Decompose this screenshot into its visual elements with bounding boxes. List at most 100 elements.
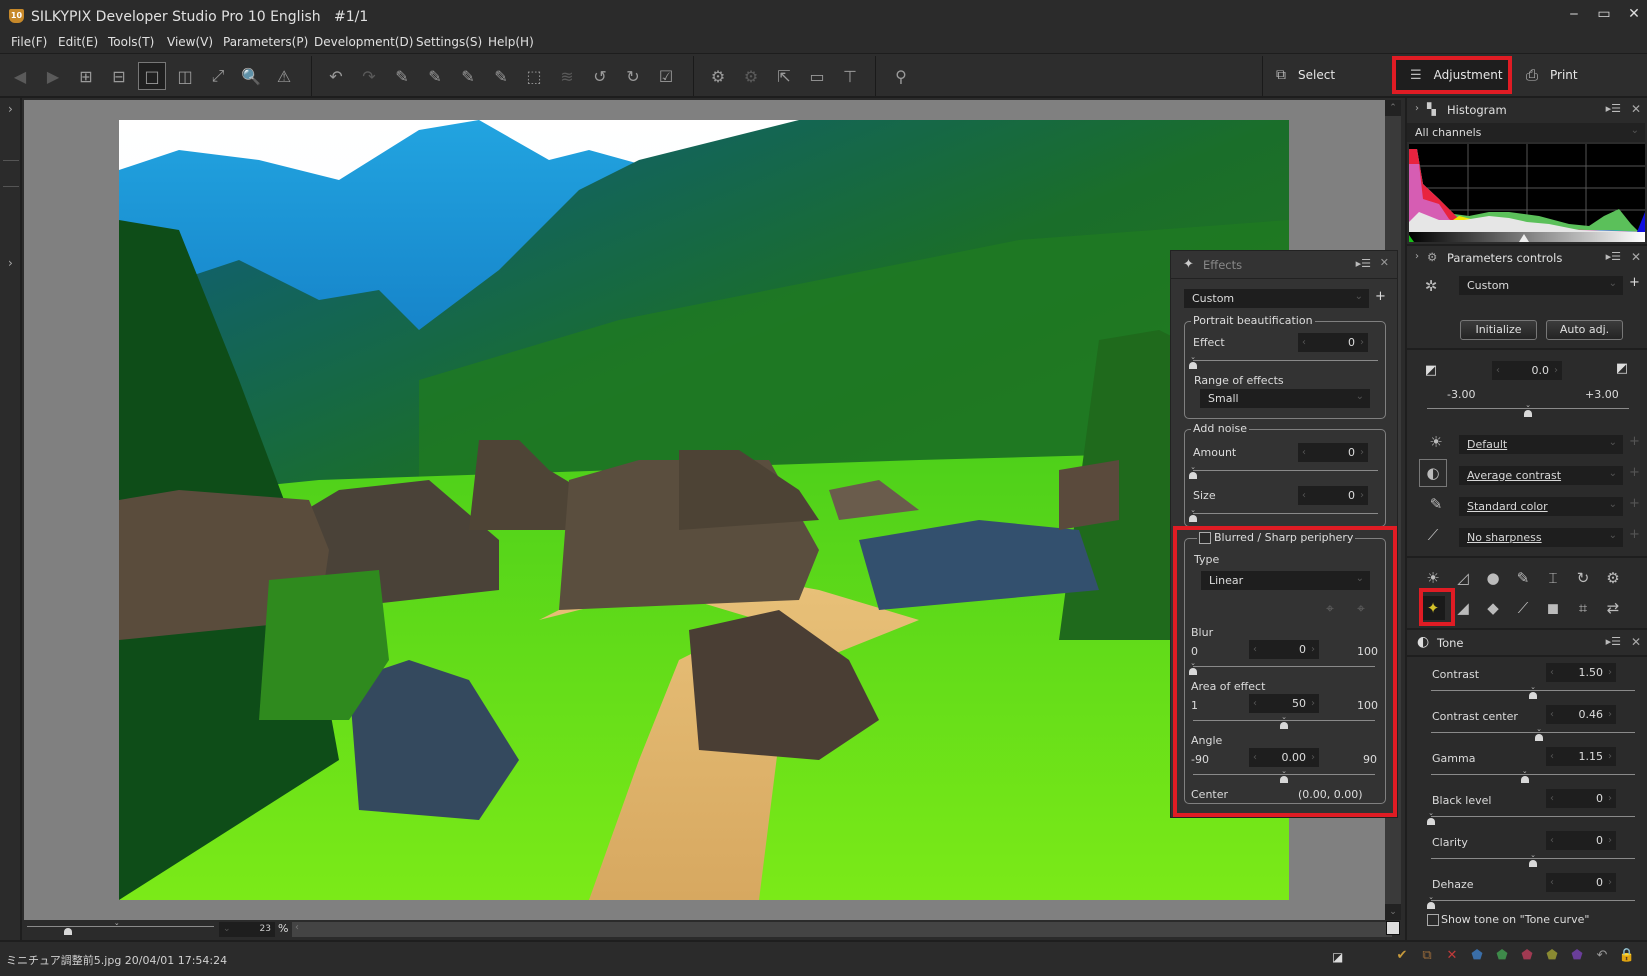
blue-tag-icon[interactable]: ⬟ bbox=[1467, 948, 1487, 963]
rotation-icon[interactable]: ↻ bbox=[1571, 566, 1595, 590]
gamma-spinner[interactable]: ‹ 1.15 › bbox=[1546, 747, 1616, 766]
contrast-center-spinner[interactable]: ‹ 0.46 › bbox=[1546, 705, 1616, 724]
thumbnail-grid-icon[interactable]: ⊞ bbox=[72, 62, 100, 90]
menu-parameters[interactable]: Parameters(P) bbox=[223, 35, 308, 49]
menu-edit[interactable]: Edit(E) bbox=[58, 35, 98, 49]
add-preset-icon[interactable]: + bbox=[1375, 289, 1386, 304]
add-icon[interactable]: + bbox=[1629, 496, 1640, 511]
histogram-channel-dropdown[interactable]: All channels ⌄ bbox=[1407, 123, 1645, 142]
zoom-icon[interactable]: 🔍 bbox=[237, 62, 265, 90]
initialize-button[interactable]: Initialize bbox=[1460, 320, 1537, 340]
rotate-right-icon[interactable]: ↻ bbox=[619, 62, 647, 90]
conversion-icon[interactable]: ⇄ bbox=[1601, 596, 1625, 620]
menu-development[interactable]: Development(D) bbox=[314, 35, 413, 49]
area-of-effect-spinner[interactable]: ‹ 50 › bbox=[1249, 694, 1319, 713]
exposure-tool-icon[interactable]: ☀ bbox=[1421, 566, 1445, 590]
parameters-preset-dropdown[interactable]: Custom ⌄ bbox=[1459, 276, 1623, 295]
brush-icon[interactable]: ⟋ bbox=[1511, 596, 1535, 620]
develop-save-icon[interactable]: ⚙ bbox=[704, 62, 732, 90]
previous-image-icon[interactable]: ◀ bbox=[6, 62, 34, 90]
panel-menu-icon[interactable]: ▸☰ bbox=[1606, 102, 1621, 115]
hammer-icon[interactable]: ⊤ bbox=[836, 62, 864, 90]
mark-check-icon[interactable]: ☑ bbox=[652, 62, 680, 90]
close-icon[interactable]: ✕ bbox=[1380, 256, 1389, 269]
tone-header[interactable]: ◐ Tone ▸☰ ✕ bbox=[1407, 631, 1647, 655]
monitor-icon[interactable]: ▭ bbox=[803, 62, 831, 90]
minimize-button[interactable]: ‒ bbox=[1563, 6, 1585, 24]
add-icon[interactable]: + bbox=[1629, 527, 1640, 542]
clarity-spinner[interactable]: ‹ 0 › bbox=[1546, 831, 1616, 850]
close-icon[interactable]: ✕ bbox=[1631, 635, 1641, 649]
exposure-spinner[interactable]: ‹ 0.0 › bbox=[1492, 361, 1562, 380]
horizontal-scrollbar[interactable]: ‹ › bbox=[292, 922, 1392, 937]
zoom-slider[interactable]: ⌄ bbox=[27, 920, 214, 936]
contrast-spinner[interactable]: ‹ 1.50 › bbox=[1546, 663, 1616, 682]
shading-icon[interactable]: ◼ bbox=[1541, 596, 1565, 620]
rotate-left-icon[interactable]: ↺ bbox=[586, 62, 614, 90]
menu-settings[interactable]: Settings(S) bbox=[416, 35, 482, 49]
navigator-toggle-icon[interactable] bbox=[1386, 921, 1400, 935]
dehaze-slider[interactable]: ⌄ bbox=[1427, 894, 1635, 910]
contrast-slider[interactable]: ⌄ bbox=[1431, 684, 1635, 700]
next-image-icon[interactable]: ▶ bbox=[39, 62, 67, 90]
copy-icon[interactable]: ⧉ bbox=[1417, 948, 1437, 963]
yellow-tag-icon[interactable]: ⬟ bbox=[1542, 948, 1562, 963]
fisheye-icon[interactable]: ◆ bbox=[1481, 596, 1505, 620]
effects-preset-dropdown[interactable]: Custom ⌄ bbox=[1184, 289, 1369, 308]
tone-dropdown[interactable]: Average contrast ⌄ bbox=[1459, 466, 1623, 485]
revert-icon[interactable]: ↶ bbox=[1592, 948, 1612, 963]
tone-curve-icon[interactable]: ◿ bbox=[1451, 566, 1475, 590]
warning-icon[interactable]: ⚠ bbox=[270, 62, 298, 90]
exposure-picker-icon[interactable]: ✎ bbox=[388, 62, 416, 90]
chevron-right-icon[interactable]: › bbox=[1415, 103, 1419, 114]
menu-view[interactable]: View(V) bbox=[167, 35, 213, 49]
clarity-slider[interactable]: ⌄ bbox=[1431, 852, 1635, 868]
effect-slider[interactable]: ⌄ bbox=[1189, 354, 1378, 370]
preview-mode-icon[interactable]: ◪ bbox=[1332, 950, 1343, 964]
maximize-button[interactable]: ▭ bbox=[1593, 6, 1615, 24]
red-tag-icon[interactable]: ⬟ bbox=[1517, 948, 1537, 963]
periphery-enable-checkbox[interactable] bbox=[1199, 531, 1211, 544]
zoom-input[interactable]: ⌄ 23 bbox=[219, 922, 275, 937]
menu-file[interactable]: File(F) bbox=[11, 35, 47, 49]
film-picker-icon[interactable]: ✎ bbox=[487, 62, 515, 90]
fullscreen-icon[interactable]: ⤢ bbox=[204, 62, 232, 90]
expand-left-panel-icon[interactable]: › bbox=[8, 102, 13, 116]
mode-adjustment-button[interactable]: ☰ Adjustment bbox=[1392, 56, 1512, 94]
mode-print-button[interactable]: ⎙ Print bbox=[1512, 56, 1642, 94]
menu-help[interactable]: Help(H) bbox=[488, 35, 534, 49]
expand-left-panel-icon[interactable]: › bbox=[8, 256, 13, 270]
parameters-controls-header[interactable]: › ⚙ Parameters controls ▸☰ ✕ bbox=[1407, 246, 1647, 270]
color-picker-tool-icon[interactable]: ✎ bbox=[1511, 566, 1535, 590]
gray-balance-picker-icon[interactable]: ✎ bbox=[421, 62, 449, 90]
preview-photo[interactable] bbox=[119, 120, 1289, 900]
close-button[interactable]: ✕ bbox=[1623, 6, 1645, 24]
angle-spinner[interactable]: ‹ 0.00 › bbox=[1249, 748, 1319, 767]
size-slider[interactable]: ⌄ bbox=[1189, 507, 1378, 523]
single-preview-icon[interactable]: □ bbox=[138, 62, 166, 90]
dehaze-spinner[interactable]: ‹ 0 › bbox=[1546, 873, 1616, 892]
type-dropdown[interactable]: Linear ⌄ bbox=[1201, 571, 1370, 590]
histogram-header[interactable]: › ▚ Histogram ▸☰ ✕ bbox=[1407, 98, 1647, 122]
redo-icon[interactable]: ↷ bbox=[355, 62, 383, 90]
white-balance-dropdown[interactable]: Default ⌄ bbox=[1459, 435, 1623, 454]
layers-icon[interactable]: ≋ bbox=[553, 62, 581, 90]
black-level-spinner[interactable]: ‹ 0 › bbox=[1546, 789, 1616, 808]
panel-menu-icon[interactable]: ▸☰ bbox=[1606, 250, 1621, 263]
show-tone-checkbox[interactable] bbox=[1427, 913, 1439, 926]
panel-menu-icon[interactable]: ▸☰ bbox=[1356, 257, 1371, 270]
target-reset-icon[interactable]: ⌖ bbox=[1357, 601, 1365, 617]
transform-icon[interactable]: ⬚ bbox=[520, 62, 548, 90]
tone-picker-icon[interactable]: ✎ bbox=[454, 62, 482, 90]
compare-view-icon[interactable]: ◫ bbox=[171, 62, 199, 90]
search-settings-icon[interactable]: ⚲ bbox=[887, 62, 915, 90]
preview-thumbnails-icon[interactable]: ⊟ bbox=[105, 62, 133, 90]
auto-adjust-button[interactable]: Auto adj. bbox=[1546, 320, 1623, 340]
contrast-center-slider[interactable]: ⌄ bbox=[1431, 726, 1635, 742]
reject-icon[interactable]: ✕ bbox=[1442, 948, 1462, 963]
scroll-down-button[interactable]: ⌄ bbox=[1385, 904, 1401, 920]
effect-spinner[interactable]: ‹ 0 › bbox=[1298, 333, 1368, 352]
amount-spinner[interactable]: ‹ 0 › bbox=[1298, 443, 1368, 462]
menu-tools[interactable]: Tools(T) bbox=[108, 35, 154, 49]
scroll-up-button[interactable]: ⌃ bbox=[1385, 100, 1401, 116]
